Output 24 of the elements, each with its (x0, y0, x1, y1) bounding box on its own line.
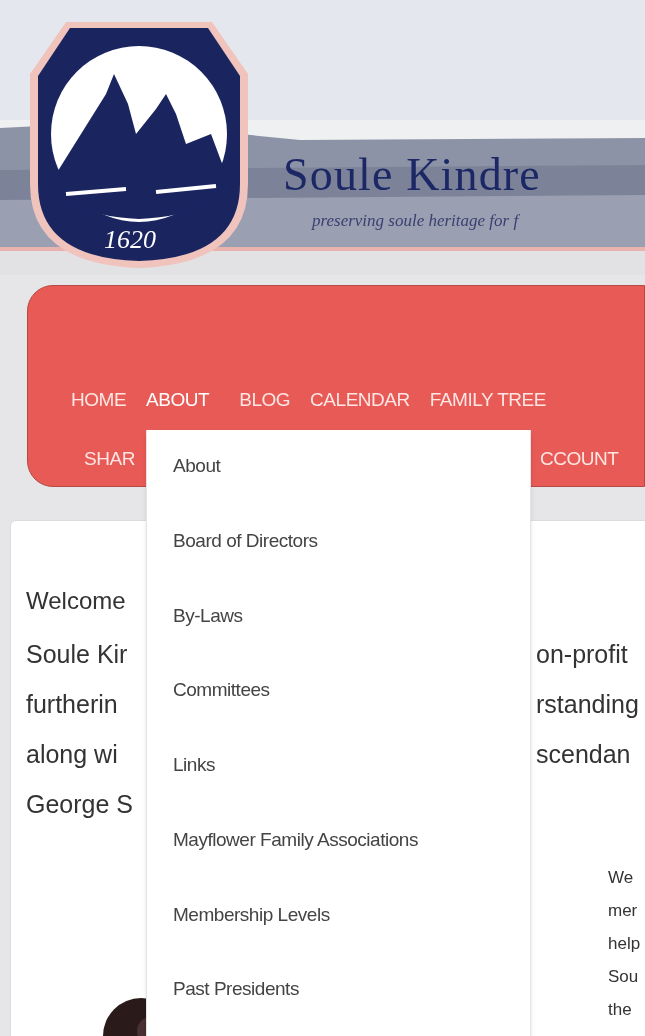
intro-text: on-profit (536, 639, 628, 670)
intro-text: scendan (536, 739, 631, 770)
intro-text: George S (26, 790, 133, 818)
dropdown-item[interactable]: Links (173, 751, 530, 826)
dropdown-item[interactable]: Past Presidents (173, 975, 530, 1036)
site-tagline: preserving soule heritage for f (312, 210, 519, 232)
site-title: Soule Kindre (283, 148, 541, 202)
dropdown-item[interactable]: By-Laws (173, 601, 530, 677)
intro-text: Soule Kir (26, 640, 128, 668)
side-text: help (608, 933, 641, 955)
dropdown-item[interactable]: Board of Directors (173, 526, 530, 602)
logo-year: 1620 (104, 224, 156, 256)
side-text: We (608, 867, 635, 889)
intro-text: rstanding (536, 689, 639, 720)
welcome-heading: Welcome (26, 586, 126, 616)
side-text: Sou (608, 966, 640, 988)
dropdown-item[interactable]: About (173, 452, 530, 527)
side-text: mer (608, 900, 639, 922)
side-text: the (608, 999, 633, 1021)
intro-text: furtherin (26, 690, 118, 718)
intro-text: along wi (26, 740, 118, 768)
dropdown-item[interactable]: Committees (173, 676, 530, 751)
dropdown-item[interactable]: Mayflower Family Associations (173, 825, 530, 901)
dropdown-item[interactable]: Membership Levels (173, 900, 530, 976)
